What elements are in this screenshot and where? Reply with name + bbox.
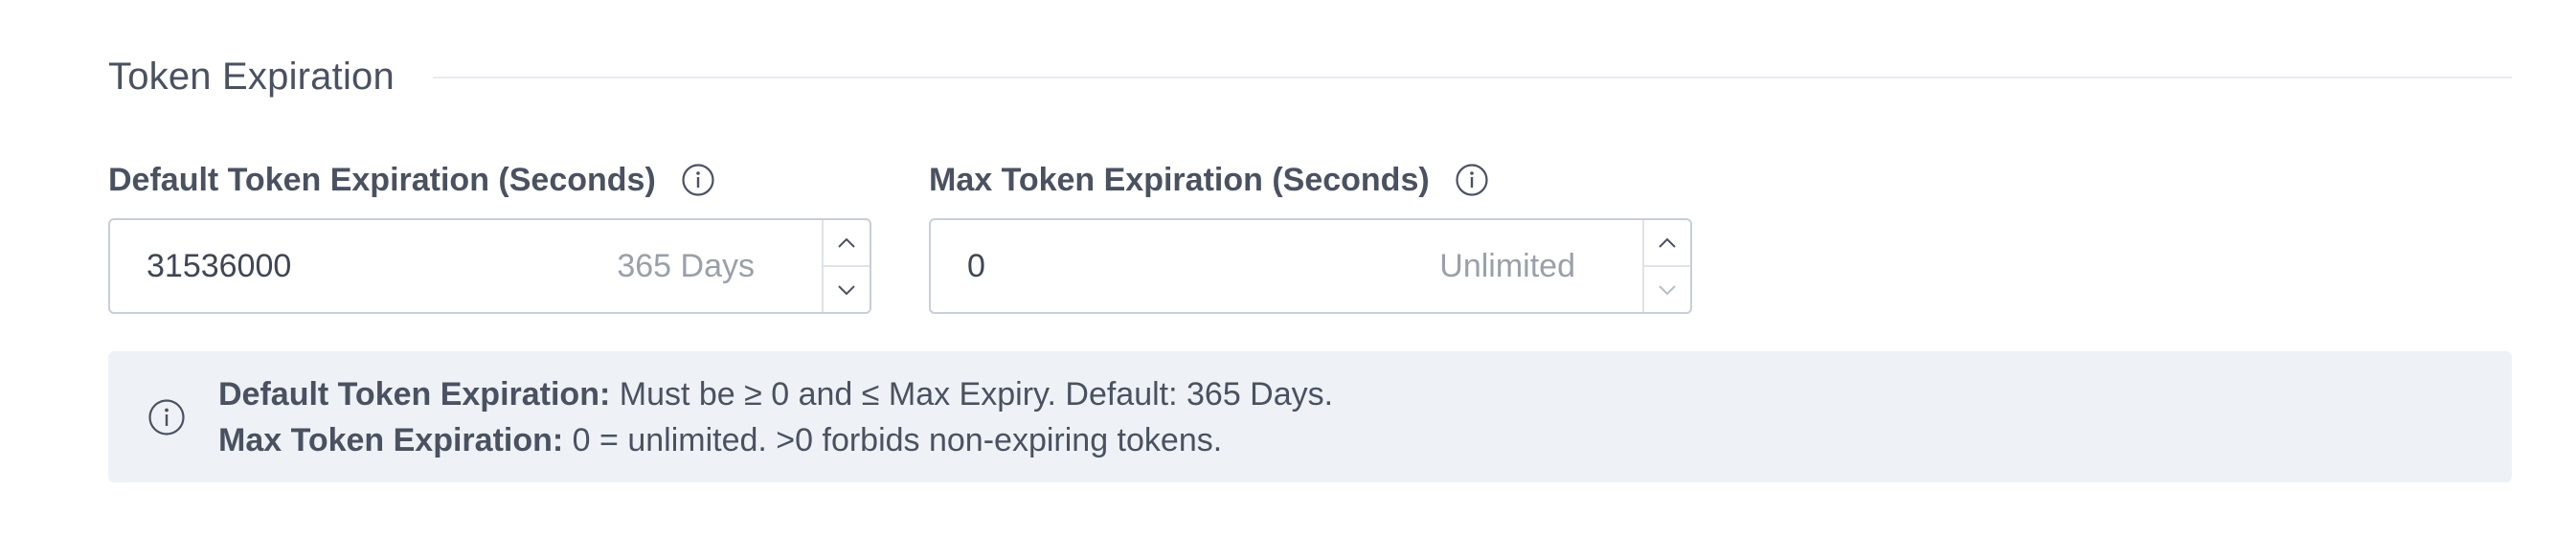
info-banner-max-text: 0 = unlimited. >0 forbids non-expiring t… [563,421,1223,458]
default-token-expiration-label: Default Token Expiration (Seconds) [108,161,656,198]
decrement-button-disabled[interactable] [1644,265,1690,312]
section-divider [432,77,2512,78]
default-token-expiration-label-row: Default Token Expiration (Seconds) [108,153,871,207]
default-token-expiration-field: Default Token Expiration (Seconds) 31536… [108,153,871,314]
info-icon[interactable] [1455,163,1489,197]
max-token-expiration-hint: Unlimited [1439,247,1575,284]
info-banner-text: Default Token Expiration: Must be ≥ 0 an… [218,371,1333,463]
chevron-down-icon [1659,284,1676,295]
info-banner-line-default: Default Token Expiration: Must be ≥ 0 an… [218,371,1333,417]
max-token-expiration-label: Max Token Expiration (Seconds) [929,161,1430,198]
default-token-expiration-stepper [822,220,870,312]
chevron-up-icon [838,237,855,248]
max-token-expiration-field: Max Token Expiration (Seconds) 0 Unlimit… [929,153,1692,314]
max-token-expiration-stepper [1642,220,1690,312]
info-banner: Default Token Expiration: Must be ≥ 0 an… [108,351,2512,482]
default-token-expiration-input[interactable]: 31536000 365 Days [108,218,871,314]
token-expiration-panel: Token Expiration Default Token Expiratio… [0,0,2576,536]
section-header: Token Expiration [108,50,2512,103]
max-token-expiration-label-row: Max Token Expiration (Seconds) [929,153,1692,207]
increment-button[interactable] [824,220,870,265]
decrement-button[interactable] [824,265,870,312]
increment-button[interactable] [1644,220,1690,265]
default-token-expiration-value[interactable]: 31536000 [110,220,617,312]
info-icon[interactable] [681,163,715,197]
default-token-expiration-hint: 365 Days [617,247,755,284]
info-banner-line-max: Max Token Expiration: 0 = unlimited. >0 … [218,417,1333,463]
section-title: Token Expiration [108,55,395,98]
chevron-up-icon [1659,237,1676,248]
max-token-expiration-value[interactable]: 0 [931,220,1439,312]
info-banner-default-label: Default Token Expiration: [218,375,611,413]
chevron-down-icon [838,284,855,295]
info-banner-max-label: Max Token Expiration: [218,421,564,458]
info-circle-icon [148,398,185,436]
max-token-expiration-input[interactable]: 0 Unlimited [929,218,1692,314]
info-banner-default-text: Must be ≥ 0 and ≤ Max Expiry. Default: 3… [610,375,1334,413]
